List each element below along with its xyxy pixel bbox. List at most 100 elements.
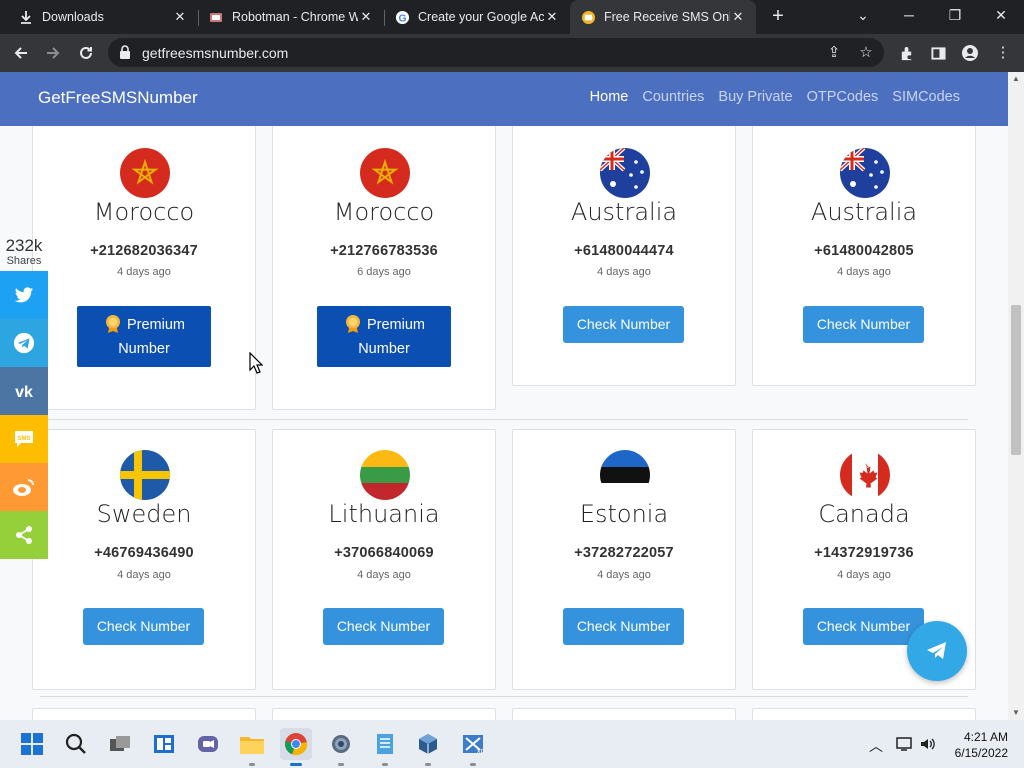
vk-icon: vk [15,384,33,399]
menu-kebab-icon[interactable]: ⋮ [992,42,1014,64]
weibo-icon [13,479,34,496]
phone-number: +37066840069 [334,545,434,561]
search-icon[interactable] [60,728,92,760]
settings-gear-icon[interactable] [325,728,357,766]
australia-flag-icon [840,148,890,198]
phone-number: +61480042805 [814,243,914,259]
volume-icon[interactable] [918,736,938,752]
notepad-icon[interactable] [369,728,401,766]
widgets-icon[interactable] [148,728,180,760]
close-icon[interactable]: ✕ [172,9,188,25]
forward-icon[interactable] [40,40,66,66]
side-panel-icon[interactable] [927,42,949,64]
premium-number-button[interactable]: Premium Number [77,306,211,367]
chrome-taskbar-icon[interactable] [280,728,312,766]
scroll-up-arrow[interactable]: ▲ [1008,72,1024,86]
check-number-button[interactable]: Check Number [803,306,924,343]
system-clock[interactable]: 4:21 AM 6/15/2022 [955,729,1008,761]
sms-share-button[interactable]: SMS [0,415,48,463]
browser-toolbar: getfreesmsnumber.com ⇪ ☆ ⋮ [0,34,1024,72]
site-brand[interactable]: GetFreeSMSNumber [38,88,198,108]
scroll-thumb[interactable] [1011,305,1021,455]
bookmark-star-icon[interactable]: ☆ [855,43,877,65]
close-icon[interactable]: ✕ [358,9,374,25]
number-card-australia-1: Australia +61480044474 4 days ago Check … [512,112,736,386]
phone-number: +46769436490 [94,545,194,561]
close-icon[interactable]: ✕ [730,9,746,25]
extensions-icon[interactable] [895,42,917,64]
medal-icon [345,315,360,333]
check-number-button[interactable]: Check Number [803,608,924,645]
network-icon[interactable] [894,736,914,752]
share-label: Shares [6,255,42,267]
check-number-button[interactable]: Check Number [563,608,684,645]
address-bar[interactable]: getfreesmsnumber.com ⇪ ☆ [108,38,884,67]
new-tab-button[interactable]: + [766,5,790,29]
tab-downloads[interactable]: Downloads ✕ [8,0,198,34]
nav-buy-private[interactable]: Buy Private [718,89,792,105]
telegram-floating-button[interactable] [907,621,967,681]
profile-icon[interactable] [959,42,981,64]
lithuania-flag-icon [360,450,410,500]
running-indicator [382,763,388,766]
canada-flag-icon [840,450,890,500]
url-text: getfreesmsnumber.com [142,45,289,61]
tab-free-receive-sms[interactable]: Free Receive SMS Onlin ✕ [570,0,756,34]
twitter-share-button[interactable] [0,271,48,319]
sweden-flag-icon [120,450,170,500]
time-ago: 4 days ago [837,569,891,581]
virtualbox-icon[interactable] [412,728,444,766]
telegram-share-button[interactable] [0,319,48,367]
time-ago: 4 days ago [357,569,411,581]
tab-robotman[interactable]: Robotman - Chrome W ✕ [198,0,384,34]
country-name: Canada [818,500,910,528]
check-number-button[interactable]: Check Number [563,306,684,343]
task-view-icon[interactable] [104,728,136,760]
weibo-share-button[interactable] [0,463,48,511]
check-number-button[interactable]: Check Number [83,608,204,645]
premium-line2: Number [358,341,410,357]
morocco-flag-icon [120,148,170,198]
site-favicon [580,9,596,25]
tab-title: Create your Google Ac [418,10,544,24]
nav-simcodes[interactable]: SIMCodes [892,89,960,105]
windows-xp-vm-icon[interactable]: xp [457,728,489,766]
share-page-icon[interactable]: ⇪ [823,43,845,65]
minimize-button[interactable]: ─ [886,0,932,34]
windows-logo-icon [21,733,43,755]
back-icon[interactable] [8,40,34,66]
file-explorer-icon[interactable] [236,728,268,766]
nav-home[interactable]: Home [590,89,629,105]
number-card-partial [272,708,496,720]
robotman-favicon [208,9,224,25]
nav-countries[interactable]: Countries [642,89,704,105]
country-name: Morocco [93,198,195,226]
show-hidden-icons[interactable]: ︿ [866,736,886,754]
scroll-down-arrow[interactable]: ▼ [1008,706,1024,720]
country-name: Estonia [579,500,669,528]
share-icon [16,526,32,544]
phone-number: +14372919736 [814,545,914,561]
running-indicator [249,763,255,766]
restore-button[interactable]: ❐ [932,0,978,34]
close-icon[interactable]: ✕ [544,9,560,25]
reload-icon[interactable] [73,40,99,66]
start-button[interactable] [16,728,48,760]
tab-google-account[interactable]: G Create your Google Ac ✕ [384,0,570,34]
tab-title: Free Receive SMS Onlin [604,10,730,24]
number-card-australia-2: Australia +61480042805 4 days ago Check … [752,112,976,386]
vk-share-button[interactable]: vk [0,367,48,415]
share-more-button[interactable] [0,511,48,559]
close-window-button[interactable]: ✕ [978,0,1024,34]
nav-otpcodes[interactable]: OTPCodes [807,89,879,105]
check-number-button[interactable]: Check Number [323,608,444,645]
country-name: Australia [810,198,918,226]
number-card-morocco-2: Morocco +212766783536 6 days ago Premium… [272,112,496,410]
mouse-cursor-icon [249,352,263,374]
page-scrollbar[interactable]: ▲ ▼ [1008,72,1024,720]
tab-search-icon[interactable]: ⌄ [840,0,886,34]
teams-chat-icon[interactable] [192,728,224,760]
premium-number-button[interactable]: Premium Number [317,306,451,367]
country-name: Australia [570,198,678,226]
svg-text:G: G [398,13,406,24]
